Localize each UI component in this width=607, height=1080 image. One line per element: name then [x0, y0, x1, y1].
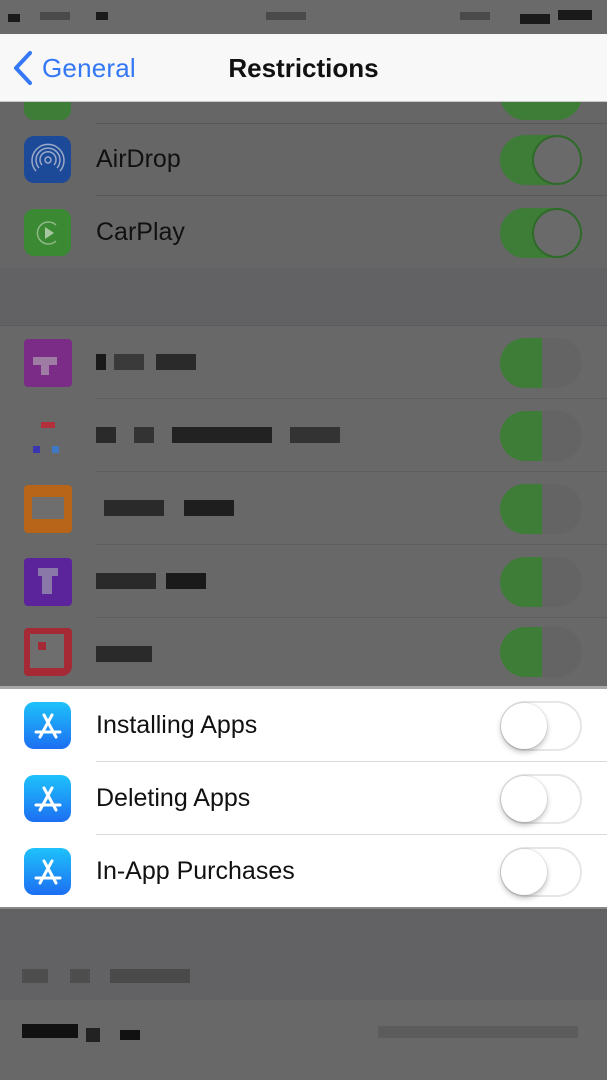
obscured-row	[0, 472, 607, 545]
obscured-text	[86, 1028, 100, 1042]
obscured-row[interactable]	[0, 1000, 607, 1080]
row-in-app-purchases: In-App Purchases	[0, 835, 607, 908]
status-blur	[40, 12, 70, 20]
obscured-label	[96, 573, 206, 589]
status-blur	[460, 12, 490, 20]
carplay-icon	[24, 209, 71, 256]
carplay-toggle[interactable]	[500, 207, 582, 258]
deleting-apps-toggle[interactable]	[500, 773, 582, 824]
obscured-row	[0, 399, 607, 472]
row-label: Installing Apps	[96, 711, 258, 739]
obscured-label	[96, 646, 152, 662]
obscured-text	[110, 969, 190, 983]
obscured-text	[22, 969, 48, 983]
battery-icon	[558, 10, 592, 20]
obscured-toggle[interactable]	[500, 627, 582, 677]
obscured-row	[0, 326, 607, 399]
airdrop-icon	[24, 136, 71, 183]
row-airdrop: AirDrop	[0, 123, 607, 196]
toggle-knob	[501, 848, 547, 895]
obscured-toggle[interactable]	[500, 337, 582, 388]
airdrop-toggle[interactable]	[500, 134, 582, 185]
page-title: Restrictions	[228, 52, 379, 83]
toggle-knob	[534, 136, 580, 183]
app-icon	[24, 484, 72, 533]
navigation-bar: General Restrictions	[0, 34, 607, 102]
obscured-row	[0, 618, 607, 686]
section-header-obscured	[0, 907, 607, 1000]
row-label: CarPlay	[96, 218, 185, 246]
toggle-knob	[501, 702, 547, 749]
row-label: AirDrop	[96, 145, 181, 173]
app-icon	[24, 412, 72, 460]
in-app-purchases-toggle[interactable]	[500, 846, 582, 897]
row-label: In-App Purchases	[96, 857, 295, 885]
row-carplay: CarPlay	[0, 196, 607, 269]
row-installing-apps: Installing Apps	[0, 689, 607, 762]
app-icon	[24, 628, 72, 676]
status-blur	[8, 14, 20, 22]
status-blur	[520, 14, 550, 24]
status-bar	[0, 0, 607, 34]
settings-group-app-store: Installing Apps Deleting Apps In-App Pur…	[0, 686, 607, 908]
status-blur	[96, 12, 108, 20]
obscured-label	[96, 354, 196, 370]
app-store-icon	[24, 775, 71, 822]
app-icon	[24, 557, 72, 606]
obscured-toggle[interactable]	[500, 483, 582, 534]
toggle-knob	[501, 775, 547, 822]
row-deleting-apps: Deleting Apps	[0, 762, 607, 835]
obscured-text	[22, 1024, 78, 1038]
row-label: Deleting Apps	[96, 784, 251, 812]
obscured-row	[0, 545, 607, 618]
settings-group-dimmed: AirDrop CarPlay	[0, 123, 607, 270]
installing-apps-toggle[interactable]	[500, 700, 582, 751]
section-gap	[0, 268, 607, 326]
obscured-label	[104, 500, 234, 516]
obscured-label	[96, 427, 340, 443]
settings-group-obscured	[0, 326, 607, 686]
obscured-text	[120, 1030, 140, 1040]
app-icon	[24, 338, 72, 387]
obscured-toggle[interactable]	[500, 556, 582, 607]
status-blur	[266, 12, 306, 20]
obscured-text	[70, 969, 90, 983]
toggle-knob	[534, 209, 580, 256]
app-store-icon	[24, 848, 71, 895]
app-store-icon	[24, 702, 71, 749]
obscured-value	[378, 1026, 578, 1038]
obscured-toggle[interactable]	[500, 410, 582, 461]
